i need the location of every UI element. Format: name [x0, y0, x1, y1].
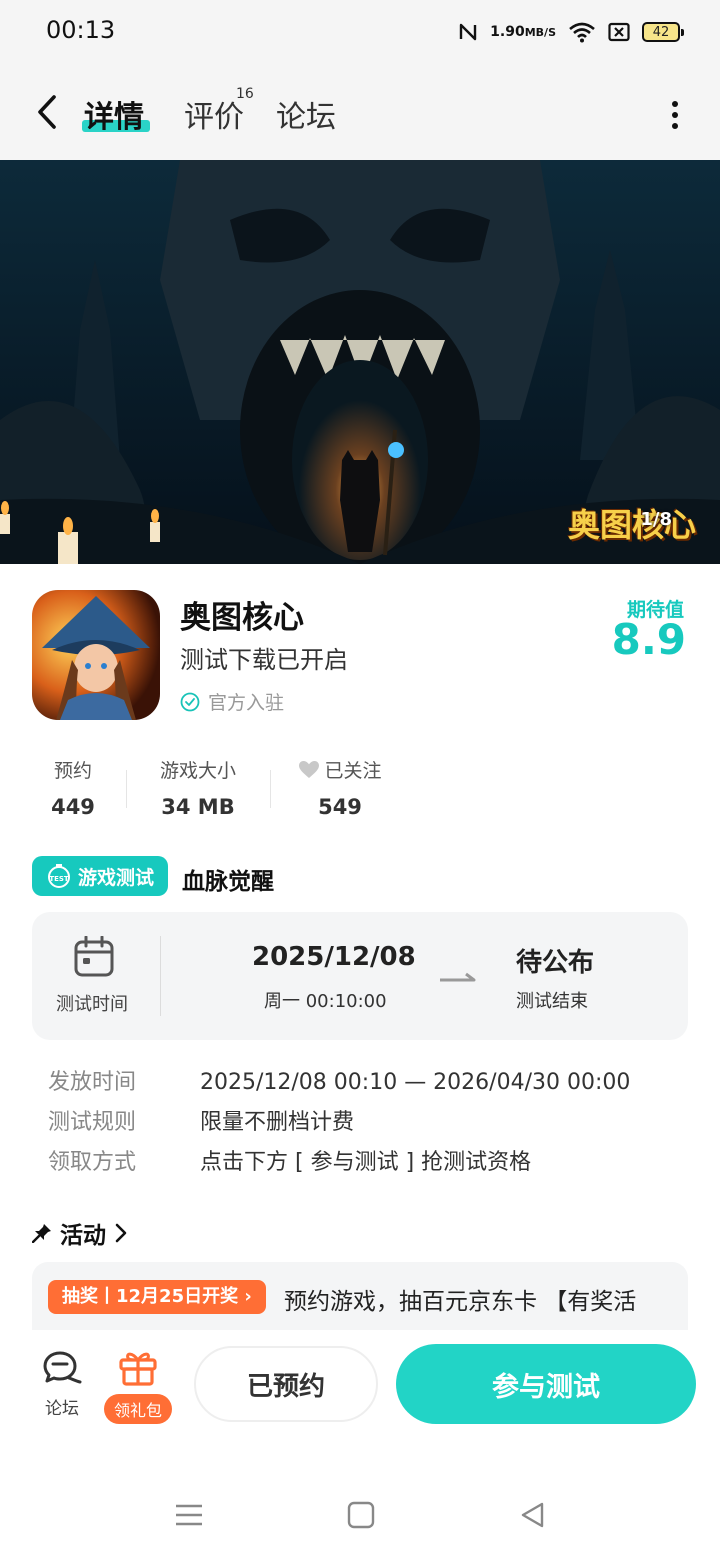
forum-button[interactable]: 论坛: [36, 1350, 88, 1419]
wifi-icon: [568, 21, 596, 43]
stat-label: 预约: [53, 760, 92, 782]
activity-card[interactable]: 抽奖丨12月25日开奖 › 预约游戏，抽百元京东卡 【有奖活: [32, 1262, 688, 1330]
gift-icon: [119, 1352, 157, 1386]
verified-check-icon: [180, 692, 200, 711]
game-test-badge: TEST 游戏测试: [32, 856, 168, 896]
stat-game-size: 游戏大小 34 MB: [150, 756, 246, 819]
official-badge: 官方入驻: [180, 688, 284, 715]
activities-header[interactable]: 活动: [32, 1216, 128, 1250]
nfc-icon: [458, 21, 478, 43]
stat-label: 游戏大小: [159, 760, 236, 782]
calendar-icon: [74, 936, 114, 977]
reviews-count-badge: 16: [236, 86, 254, 102]
chevron-right-icon: ›: [244, 1286, 252, 1307]
recent-apps-icon[interactable]: [174, 1500, 204, 1530]
test-name: 血脉觉醒: [182, 869, 274, 895]
gift-pack-label: 领礼包: [103, 1394, 172, 1424]
activity-description: 预约游戏，抽百元京东卡 【有奖活: [284, 1289, 637, 1315]
back-nav-icon[interactable]: [518, 1500, 548, 1530]
net-speed-unit: MB/S: [524, 25, 556, 39]
stat-followed[interactable]: 已关注 549: [294, 756, 386, 819]
detail-value: 点击下方 [ 参与测试 ] 抢测试资格: [200, 1150, 532, 1175]
detail-key: 发放时间: [48, 1070, 137, 1095]
lottery-pill: 抽奖丨12月25日开奖 ›: [48, 1280, 266, 1314]
heart-icon: [299, 760, 320, 778]
join-test-button[interactable]: 参与测试: [396, 1344, 696, 1424]
more-options-icon[interactable]: [670, 100, 680, 130]
net-speed: 1.90 MB/S: [490, 23, 556, 40]
detail-row-test-rules: 测试规则 限量不删档计费: [48, 1104, 354, 1136]
app-subtitle: 测试下载已开启: [180, 646, 348, 674]
detail-value: 限量不删档计费: [200, 1110, 355, 1135]
reserved-button[interactable]: 已预约: [194, 1346, 378, 1422]
stat-value: 34 MB: [161, 795, 235, 819]
expectation-score: 8.9: [611, 615, 686, 664]
status-time: 00:13: [46, 16, 116, 44]
official-label: 官方入驻: [208, 692, 285, 714]
forum-chat-icon: [43, 1351, 82, 1384]
stat-value: 449: [51, 795, 95, 819]
arrow-right-icon: [440, 972, 476, 982]
detail-row-claim-method: 领取方式 点击下方 [ 参与测试 ] 抢测试资格: [48, 1144, 531, 1176]
stat-label-row: 已关注: [294, 756, 386, 783]
forum-button-label: 论坛: [45, 1399, 79, 1419]
lottery-pill-label: 抽奖丨12月25日开奖: [62, 1286, 239, 1307]
status-icons: 1.90 MB/S 42: [458, 16, 684, 48]
activities-title: 活动: [60, 1223, 106, 1249]
app-icon: [32, 590, 160, 720]
hero-banner[interactable]: 奥图核心 1/8: [0, 160, 720, 564]
game-test-label: 游戏测试: [77, 866, 154, 889]
gift-pack-button[interactable]: 领礼包: [100, 1348, 176, 1424]
stat-value: 549: [318, 795, 362, 819]
home-icon[interactable]: [346, 1500, 376, 1530]
test-time-card: 测试时间 2025/12/08 周一 00:10:00 待公布 测试结束: [32, 912, 688, 1040]
sim-off-icon: [608, 22, 630, 42]
status-bar: 00:13 1.90 MB/S 42: [0, 0, 720, 64]
battery-icon: 42: [642, 22, 684, 42]
tab-forum[interactable]: 论坛: [276, 92, 336, 136]
test-start-time: 周一 00:10:00: [264, 991, 387, 1012]
system-nav-bar: [0, 1470, 720, 1560]
bottom-action-bar: 论坛 领礼包 已预约 参与测试: [0, 1330, 720, 1440]
stat-divider: [270, 770, 271, 808]
stat-label: 已关注: [324, 760, 382, 782]
chevron-right-icon: [115, 1223, 127, 1243]
test-clock-icon: TEST: [47, 864, 70, 888]
test-start-date: 2025/12/08: [252, 942, 416, 972]
test-end-value: 待公布: [516, 948, 595, 978]
detail-value: 2025/12/08 00:10 — 2026/04/30 00:00: [200, 1070, 631, 1095]
tab-reviews[interactable]: 评价: [184, 92, 244, 136]
test-time-label: 测试时间: [56, 994, 128, 1015]
banner-game-logo: 奥图核心: [567, 506, 696, 544]
detail-key: 领取方式: [48, 1150, 137, 1175]
card-divider: [160, 936, 161, 1016]
banner-page-counter: 1/8: [640, 509, 672, 530]
top-nav: 详情 评价 16 论坛: [0, 64, 720, 160]
app-title: 奥图核心: [180, 600, 304, 636]
stat-divider: [126, 770, 127, 808]
stat-reservations: 预约 449: [44, 756, 102, 819]
detail-key: 测试规则: [48, 1110, 137, 1135]
test-end-label: 测试结束: [516, 991, 588, 1012]
test-icon-text: TEST: [49, 875, 69, 883]
tab-details[interactable]: 详情: [84, 92, 144, 136]
detail-row-release-time: 发放时间 2025/12/08 00:10 — 2026/04/30 00:00: [48, 1064, 630, 1096]
net-speed-value: 1.90: [490, 23, 525, 40]
pin-icon: [32, 1224, 51, 1243]
back-arrow-icon[interactable]: [30, 92, 66, 132]
